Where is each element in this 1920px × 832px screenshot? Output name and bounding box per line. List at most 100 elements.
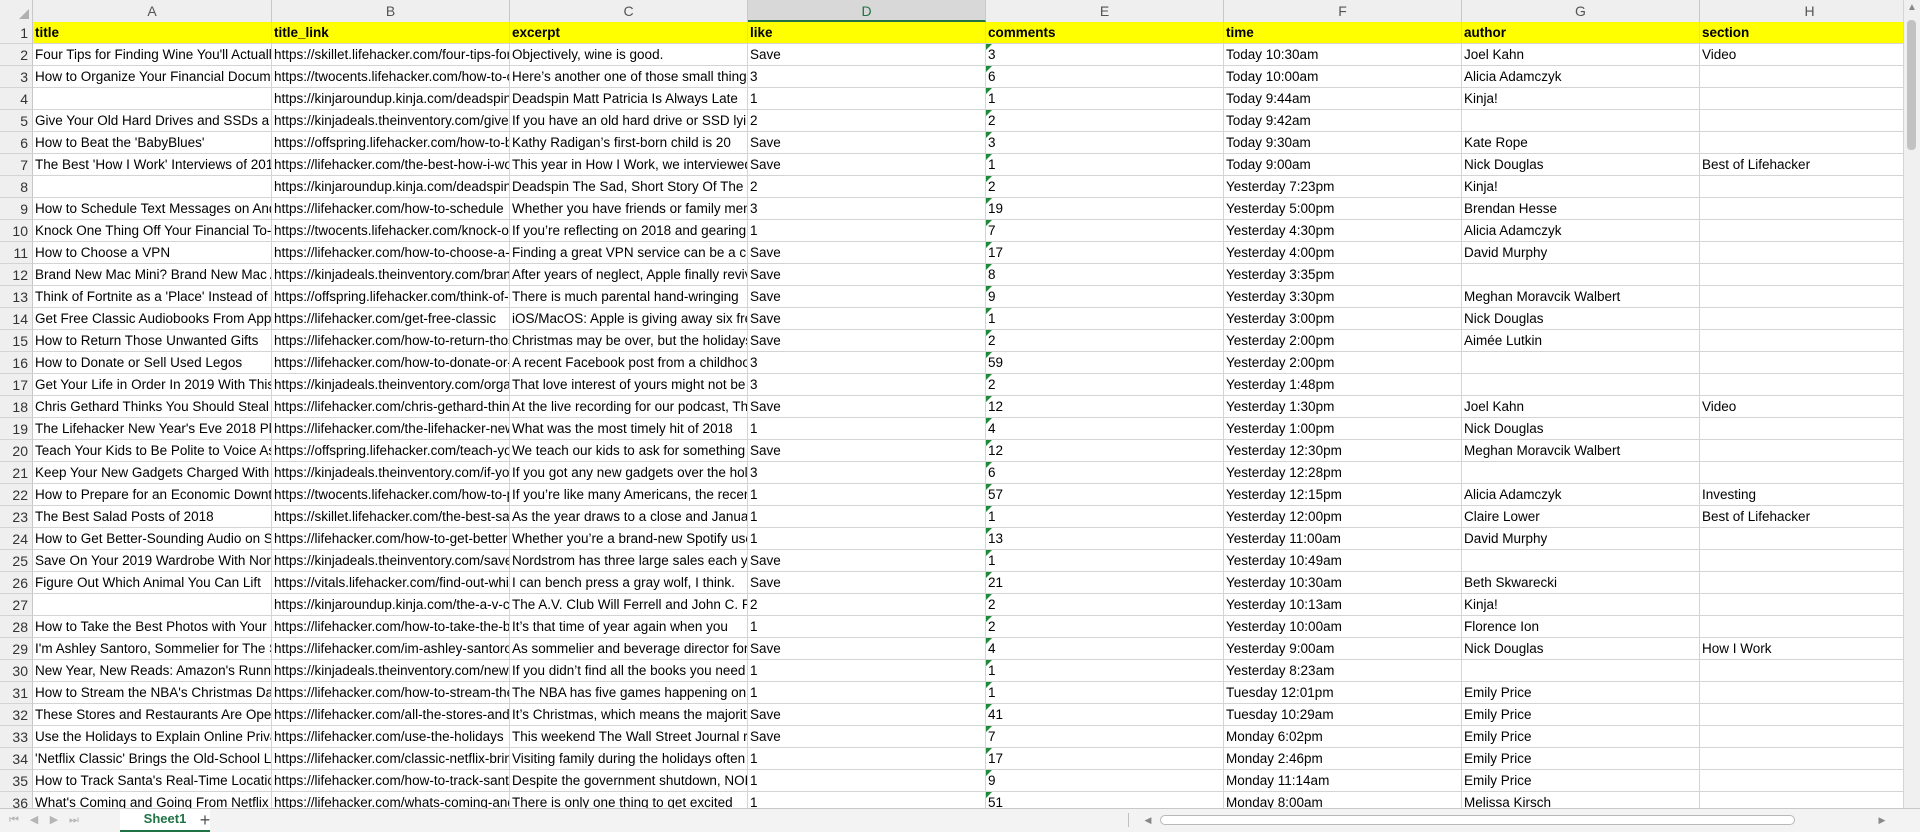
cell-author[interactable]: Joel Kahn (1462, 44, 1700, 66)
cell-excerpt[interactable]: Whether you’re a brand-new Spotify user (510, 528, 748, 550)
cell-time[interactable]: Today 10:30am (1224, 44, 1462, 66)
cell-time[interactable]: Today 10:00am (1224, 66, 1462, 88)
last-sheet-icon[interactable]: ⏭ (66, 812, 82, 828)
cell-title[interactable]: How to Schedule Text Messages on Android (33, 198, 272, 220)
cell-section[interactable] (1700, 286, 1904, 308)
cell-like[interactable]: 2 (748, 110, 986, 132)
cell-like[interactable]: Save (748, 44, 986, 66)
cell-title[interactable]: Save On Your 2019 Wardrobe With Nordstro… (33, 550, 272, 572)
cell-title_link[interactable]: https://lifehacker.com/how-to-track-sant… (272, 770, 510, 792)
cell-section[interactable]: Video (1700, 396, 1904, 418)
cell-section[interactable]: Video (1700, 44, 1904, 66)
cell-title[interactable]: Chris Gethard Thinks You Should Steal Hi… (33, 396, 272, 418)
row-number[interactable]: 4 (0, 88, 33, 110)
cell-author[interactable]: Emily Price (1462, 770, 1700, 792)
cell-like[interactable]: 1 (748, 418, 986, 440)
cell-section[interactable] (1700, 462, 1904, 484)
cell-section[interactable] (1700, 770, 1904, 792)
cell-excerpt[interactable]: I can bench press a gray wolf, I think. (510, 572, 748, 594)
cell-excerpt[interactable]: Nordstrom has three large sales each yea… (510, 550, 748, 572)
cell-author[interactable]: Alicia Adamczyk (1462, 484, 1700, 506)
cell-time[interactable]: Monday 8:00am (1224, 792, 1462, 808)
cell-time[interactable]: Tuesday 10:29am (1224, 704, 1462, 726)
cell-like[interactable]: Save (748, 572, 986, 594)
cell-section[interactable] (1700, 418, 1904, 440)
cell-title_link[interactable]: https://vitals.lifehacker.com/find-out-w… (272, 572, 510, 594)
cell-excerpt[interactable]: If you didn’t find all the books you nee… (510, 660, 748, 682)
cell-title_link[interactable]: https://kinjadeals.theinventory.com/if-y… (272, 462, 510, 484)
cell-title_link[interactable]: https://kinjadeals.theinventory.com/bran… (272, 264, 510, 286)
header-cell-excerpt[interactable]: excerpt (510, 22, 748, 44)
cell-title_link[interactable]: https://kinjaroundup.kinja.com/the-a-v-c… (272, 594, 510, 616)
row-number[interactable]: 13 (0, 286, 33, 308)
row-number[interactable]: 21 (0, 462, 33, 484)
cell-like[interactable]: Save (748, 704, 986, 726)
row-number[interactable]: 25 (0, 550, 33, 572)
cell-excerpt[interactable]: We teach our kids to ask for something (510, 440, 748, 462)
cell-section[interactable] (1700, 264, 1904, 286)
cell-like[interactable]: 3 (748, 352, 986, 374)
cell-title[interactable]: Give Your Old Hard Drives and SSDs a New… (33, 110, 272, 132)
cell-title_link[interactable]: https://offspring.lifehacker.com/how-to-… (272, 132, 510, 154)
row-number[interactable]: 9 (0, 198, 33, 220)
cell-excerpt[interactable]: The NBA has five games happening on (510, 682, 748, 704)
cell-comments[interactable]: 1 (986, 154, 1224, 176)
cell-section[interactable] (1700, 726, 1904, 748)
cell-time[interactable]: Today 9:44am (1224, 88, 1462, 110)
cell-time[interactable]: Yesterday 4:30pm (1224, 220, 1462, 242)
cell-like[interactable]: Save (748, 242, 986, 264)
cell-title[interactable]: Brand New Mac Mini? Brand New Mac Access… (33, 264, 272, 286)
cell-comments[interactable]: 7 (986, 220, 1224, 242)
next-sheet-icon[interactable]: ▶ (46, 812, 62, 828)
cell-title[interactable]: How to Donate or Sell Used Legos (33, 352, 272, 374)
cell-title_link[interactable]: https://lifehacker.com/all-the-stores-an… (272, 704, 510, 726)
cell-like[interactable]: Save (748, 550, 986, 572)
cell-time[interactable]: Yesterday 5:00pm (1224, 198, 1462, 220)
cell-author[interactable] (1462, 110, 1700, 132)
column-header-e[interactable]: E (986, 0, 1224, 22)
cell-excerpt[interactable]: It’s Christmas, which means the majority (510, 704, 748, 726)
cell-title[interactable]: How to Organize Your Financial Documents (33, 66, 272, 88)
cell-title_link[interactable]: https://kinjadeals.theinventory.com/orga… (272, 374, 510, 396)
cell-excerpt[interactable]: It’s that time of year again when you (510, 616, 748, 638)
cell-title_link[interactable]: https://lifehacker.com/how-to-get-better (272, 528, 510, 550)
cell-like[interactable]: Save (748, 286, 986, 308)
cell-title[interactable]: How to Get Better-Sounding Audio on Spot… (33, 528, 272, 550)
row-number[interactable]: 18 (0, 396, 33, 418)
row-number[interactable]: 7 (0, 154, 33, 176)
scroll-left-icon[interactable]: ◀ (1141, 813, 1155, 827)
cell-author[interactable] (1462, 374, 1700, 396)
cell-excerpt[interactable]: Whether you have friends or family membe… (510, 198, 748, 220)
cell-section[interactable] (1700, 66, 1904, 88)
cell-time[interactable]: Yesterday 1:00pm (1224, 418, 1462, 440)
cell-comments[interactable]: 2 (986, 176, 1224, 198)
cell-author[interactable]: Kate Rope (1462, 132, 1700, 154)
cell-author[interactable]: Brendan Hesse (1462, 198, 1700, 220)
cell-title[interactable]: These Stores and Restaurants Are Open (33, 704, 272, 726)
header-cell-time[interactable]: time (1224, 22, 1462, 44)
cell-title_link[interactable]: https://lifehacker.com/how-to-choose-a-v… (272, 242, 510, 264)
cell-excerpt[interactable]: As sommelier and beverage director for (510, 638, 748, 660)
row-number[interactable]: 30 (0, 660, 33, 682)
cell-section[interactable] (1700, 352, 1904, 374)
cell-title[interactable]: Keep Your New Gadgets Charged With This (33, 462, 272, 484)
cell-section[interactable] (1700, 572, 1904, 594)
row-number[interactable]: 16 (0, 352, 33, 374)
cell-title[interactable]: How to Stream the NBA's Christmas Day Ga… (33, 682, 272, 704)
cell-title[interactable]: Think of Fortnite as a 'Place' Instead o… (33, 286, 272, 308)
row-number[interactable]: 23 (0, 506, 33, 528)
header-cell-section[interactable]: section (1700, 22, 1904, 44)
cell-excerpt[interactable]: This weekend The Wall Street Journal ran (510, 726, 748, 748)
cell-excerpt[interactable]: This year in How I Work, we interviewed (510, 154, 748, 176)
row-number[interactable]: 11 (0, 242, 33, 264)
cell-title[interactable]: How to Return Those Unwanted Gifts (33, 330, 272, 352)
cell-like[interactable]: Save (748, 638, 986, 660)
cell-comments[interactable]: 2 (986, 330, 1224, 352)
cell-time[interactable]: Yesterday 3:35pm (1224, 264, 1462, 286)
cell-section[interactable] (1700, 88, 1904, 110)
cell-author[interactable]: Emily Price (1462, 748, 1700, 770)
cell-time[interactable]: Yesterday 1:30pm (1224, 396, 1462, 418)
cell-title[interactable]: Use the Holidays to Explain Online Priva… (33, 726, 272, 748)
cell-section[interactable] (1700, 660, 1904, 682)
cell-title[interactable]: How to Take the Best Photos with Your Ph… (33, 616, 272, 638)
